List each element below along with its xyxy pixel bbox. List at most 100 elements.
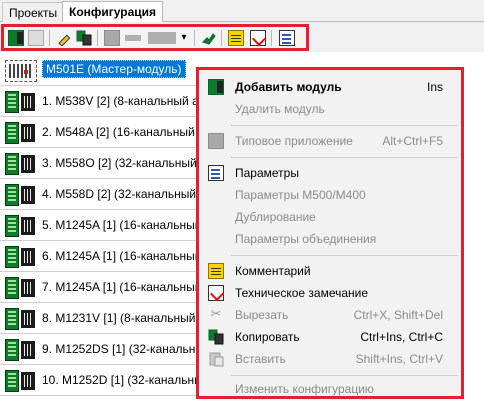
module-gray-icon	[104, 30, 120, 46]
menu-item-comment[interactable]: Комментарий	[199, 260, 461, 282]
menu-item-duplicate[interactable]: Дублирование	[199, 206, 461, 228]
toolbar-separator	[194, 30, 195, 46]
menu-item-add-module[interactable]: Добавить модуль Ins	[199, 76, 461, 98]
menu-item-label: Типовое приложение	[235, 134, 353, 148]
module-label: 9. M1252DS [1] (32-канальный	[42, 342, 211, 356]
io-module-icon	[5, 215, 37, 237]
comment-icon[interactable]	[228, 30, 244, 46]
menu-item-shortcut: Alt+Ctrl+F5	[382, 134, 443, 148]
io-module-icon	[5, 308, 37, 330]
pencil-icon[interactable]	[56, 30, 72, 47]
module-label: 3. M558O [2] (32-канальный	[42, 156, 197, 170]
io-module-icon	[5, 339, 37, 361]
menu-item-label: Параметры объединения	[235, 232, 377, 246]
plugin-icon[interactable]	[200, 30, 216, 46]
module-label: 5. M1245A [1] (16-канальный	[42, 218, 202, 232]
copy-icon[interactable]	[76, 30, 92, 46]
menu-item-shortcut: Ctrl+Ins, Ctrl+C	[360, 330, 443, 344]
list-item[interactable]: 7. M1245A [1] (16-канальный	[0, 273, 202, 303]
module-label: 2. M548A [2] (16-канальный	[42, 125, 195, 139]
menu-item-shortcut: Ctrl+X, Shift+Del	[353, 308, 443, 322]
parameters-icon	[208, 165, 224, 181]
module-label: 10. M1252D [1] (32-канальный	[42, 373, 210, 387]
io-module-icon	[5, 91, 37, 113]
comment-icon	[208, 263, 224, 279]
module-label: 8. M1231V [1] (8-канальный	[42, 311, 196, 325]
context-menu: Добавить модуль Ins Удалить модуль Типов…	[196, 67, 464, 399]
menu-item-label: Удалить модуль	[235, 102, 325, 116]
list-item[interactable]: 4. M558D [2] (32-канальный	[0, 180, 200, 210]
tab-bar: Проекты Конфигурация	[0, 0, 484, 23]
io-module-icon	[5, 122, 37, 144]
menu-item-label: Копировать	[235, 330, 300, 344]
list-item[interactable]: 9. M1252DS [1] (32-канальный	[0, 335, 211, 365]
menu-item-parameters-m500[interactable]: Параметры M500/M400	[199, 184, 461, 206]
menu-separator	[231, 375, 457, 376]
list-item[interactable]: 5. M1245A [1] (16-канальный	[0, 211, 202, 241]
module-label: 1. M538V [2] (8-канальный ан	[42, 94, 206, 108]
menu-item-label: Параметры	[235, 166, 299, 180]
list-item[interactable]: 1. M538V [2] (8-канальный ан	[0, 87, 205, 117]
menu-item-remove-module[interactable]: Удалить модуль	[199, 98, 461, 120]
menu-item-typical-app[interactable]: Типовое приложение Alt+Ctrl+F5	[199, 130, 461, 152]
menu-item-label: Вырезать	[235, 308, 289, 322]
toolbar-separator	[221, 30, 222, 46]
menu-item-shortcut: Shift+Ins, Ctrl+V	[355, 352, 443, 366]
tab-configuration[interactable]: Конфигурация	[62, 1, 164, 23]
menu-item-label: Вставить	[235, 352, 286, 366]
menu-item-label: Изменить конфигурацию	[235, 382, 374, 396]
menu-separator	[231, 125, 457, 126]
module-label: M501E (Мастер-модуль)	[42, 60, 186, 78]
menu-item-label: Комментарий	[235, 264, 311, 278]
menu-item-label: Параметры M500/M400	[235, 188, 366, 202]
menu-item-change-config[interactable]: Изменить конфигурацию	[199, 378, 461, 400]
io-module-icon	[5, 153, 37, 175]
block-gray-icon	[148, 32, 176, 44]
bar-gray-icon	[125, 35, 141, 41]
toolbar-separator	[97, 30, 98, 46]
list-item[interactable]: 8. M1231V [1] (8-канальный	[0, 304, 200, 334]
toolbar-separator	[49, 30, 50, 46]
menu-item-label: Добавить модуль	[235, 80, 342, 94]
toolbar-separator	[271, 30, 272, 46]
remove-module-icon[interactable]	[28, 30, 44, 46]
master-module-icon	[5, 60, 37, 82]
list-item[interactable]: 10. M1252D [1] (32-канальный	[0, 366, 209, 396]
menu-separator	[231, 157, 457, 158]
menu-item-label: Дублирование	[235, 210, 316, 224]
list-item[interactable]: 2. M548A [2] (16-канальный	[0, 118, 200, 148]
menu-separator	[231, 255, 457, 256]
note-icon	[208, 285, 224, 301]
module-list: M501E (Мастер-модуль) 1. M538V [2] (8-ка…	[0, 56, 211, 402]
module-label: 6. M1245A [1] (16-канальный	[42, 249, 202, 263]
menu-item-parameters[interactable]: Параметры	[199, 162, 461, 184]
io-module-icon	[5, 370, 37, 392]
list-item[interactable]: 3. M558O [2] (32-канальный	[0, 149, 200, 179]
tab-projects[interactable]: Проекты	[2, 2, 65, 22]
add-module-icon	[208, 79, 224, 95]
copy-icon	[208, 329, 224, 345]
parameters-icon[interactable]	[279, 30, 295, 46]
list-item[interactable]: M501E (Мастер-модуль)	[0, 56, 200, 86]
menu-item-merge-params[interactable]: Параметры объединения	[199, 228, 461, 250]
typical-app-icon	[208, 133, 224, 149]
menu-item-tech-note[interactable]: Техническое замечание	[199, 282, 461, 304]
note-icon[interactable]	[250, 30, 266, 46]
dropdown-arrow-icon[interactable]: ▾	[178, 30, 190, 46]
module-label: 7. M1245A [1] (16-канальный	[42, 280, 202, 294]
add-module-icon[interactable]	[8, 30, 24, 46]
menu-item-copy[interactable]: Копировать Ctrl+Ins, Ctrl+C	[199, 326, 461, 348]
menu-item-cut[interactable]: ✂ Вырезать Ctrl+X, Shift+Del	[199, 304, 461, 326]
paste-icon	[208, 351, 224, 367]
scissors-icon: ✂	[210, 307, 222, 322]
menu-item-paste[interactable]: Вставить Shift+Ins, Ctrl+V	[199, 348, 461, 370]
menu-item-label: Техническое замечание	[235, 286, 369, 300]
io-module-icon	[5, 184, 37, 206]
io-module-icon	[5, 277, 37, 299]
module-label: 4. M558D [2] (32-канальный	[42, 187, 197, 201]
menu-item-shortcut: Ins	[426, 80, 443, 94]
io-module-icon	[5, 246, 37, 268]
toolbar-area: ▾	[0, 22, 484, 52]
list-item[interactable]: 6. M1245A [1] (16-канальный	[0, 242, 202, 272]
toolbar: ▾	[1, 24, 309, 51]
